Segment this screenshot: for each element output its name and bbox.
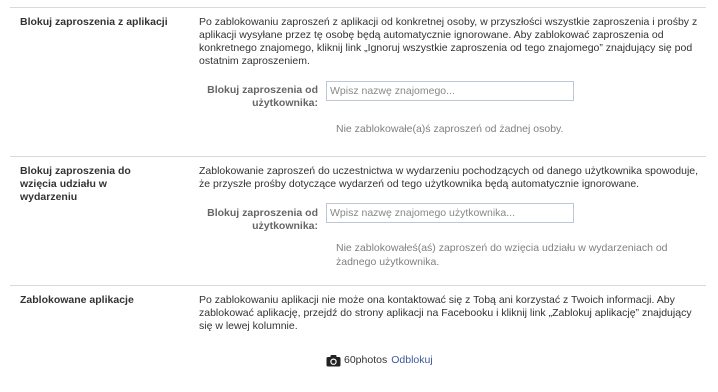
- section-description: Zablokowanie zaproszeń do uczestnictwa w…: [199, 165, 699, 190]
- blocked-apps-section: Zablokowane aplikacje Po zablokowaniu ap…: [10, 285, 706, 392]
- camera-icon: [326, 354, 341, 367]
- friend-search-input[interactable]: [326, 81, 574, 101]
- block-from-user-label: Blokuj zaproszenia od użytkownika:: [207, 207, 318, 232]
- block-settings-page: Blokuj zaproszenia z aplikacji Po zablok…: [0, 0, 718, 392]
- section-description: Po zablokowaniu zaproszeń z aplikacji od…: [199, 16, 698, 67]
- section-title: Blokuj zaproszenia z aplikacji: [20, 16, 168, 28]
- section-title: Zablokowane aplikacje: [20, 294, 134, 306]
- no-blocked-users-note: Nie zablokowałe(a)ś zaproszeń od żadnej …: [336, 123, 564, 135]
- no-blocked-events-note: Nie zablokowałeś(aś) zaproszeń do wzięci…: [336, 242, 668, 268]
- user-search-input[interactable]: [326, 203, 574, 223]
- section-title: Blokuj zaproszenia do wzięcia udziału w …: [20, 165, 131, 203]
- section-description: Po zablokowaniu aplikacji nie może ona k…: [199, 294, 692, 332]
- unblock-link[interactable]: Odblokuj: [391, 354, 432, 366]
- block-event-invites-section: Blokuj zaproszenia do wzięcia udziału w …: [10, 156, 706, 285]
- blocked-app-name: 60photos: [344, 354, 388, 366]
- block-app-invites-section: Blokuj zaproszenia z aplikacji Po zablok…: [10, 7, 706, 156]
- blocked-app-row: 60photos Odblokuj: [326, 352, 433, 368]
- block-from-user-label: Blokuj zaproszenia od użytkownika:: [207, 84, 318, 109]
